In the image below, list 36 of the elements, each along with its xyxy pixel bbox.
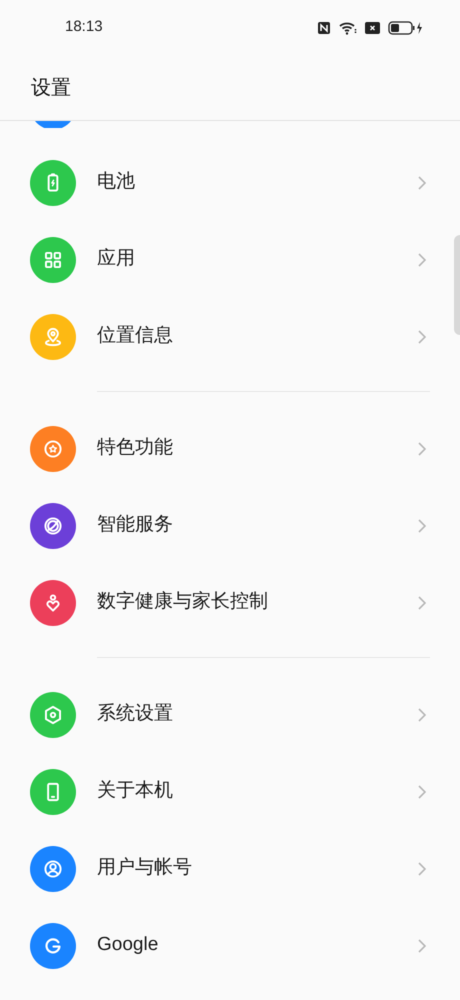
settings-item[interactable]: Google: [0, 907, 454, 984]
settings-item[interactable]: 数字健康与家长控制: [0, 564, 454, 641]
item-label: 数字健康与家长控制: [97, 590, 269, 614]
nfc-icon: [317, 20, 331, 34]
item-label: 应用: [97, 247, 136, 272]
item-label: 电池: [97, 170, 136, 194]
settings-item[interactable]: 关于本机: [0, 753, 454, 830]
item-label: 智能服务: [97, 513, 174, 538]
settings-item[interactable]: 电池: [0, 144, 454, 221]
settings-item[interactable]: 特色功能: [0, 410, 454, 487]
chevron-icon: [417, 860, 427, 876]
item-label: 用户与帐号: [97, 856, 193, 880]
status-time: 18:13: [65, 17, 103, 38]
settings-item[interactable]: 应用: [0, 221, 454, 298]
chevron-icon: [417, 328, 427, 344]
chevron-icon: [417, 174, 427, 190]
page-title: 设置: [31, 76, 71, 100]
chevron-icon: [417, 518, 427, 534]
item-label: 关于本机: [97, 779, 174, 804]
item-label: 位置信息: [97, 324, 174, 348]
sim-off-icon: [365, 22, 380, 34]
settings-item[interactable]: 位置信息: [0, 298, 454, 375]
wifi-icon: [339, 20, 357, 34]
item-label: 系统设置: [97, 702, 174, 726]
chevron-icon: [417, 594, 427, 610]
chevron-icon: [417, 252, 427, 268]
settings-item[interactable]: 智能服务: [0, 487, 454, 564]
chevron-icon: [417, 440, 427, 456]
battery-charging-icon: [388, 20, 424, 34]
item-label: Google: [97, 933, 160, 958]
chevron-icon: [417, 706, 427, 722]
chevron-icon: [417, 784, 427, 800]
settings-item[interactable]: 用户与帐号: [0, 830, 454, 907]
item-label: 特色功能: [97, 436, 174, 460]
chevron-icon: [417, 938, 427, 954]
settings-item[interactable]: 系统设置: [0, 676, 454, 753]
